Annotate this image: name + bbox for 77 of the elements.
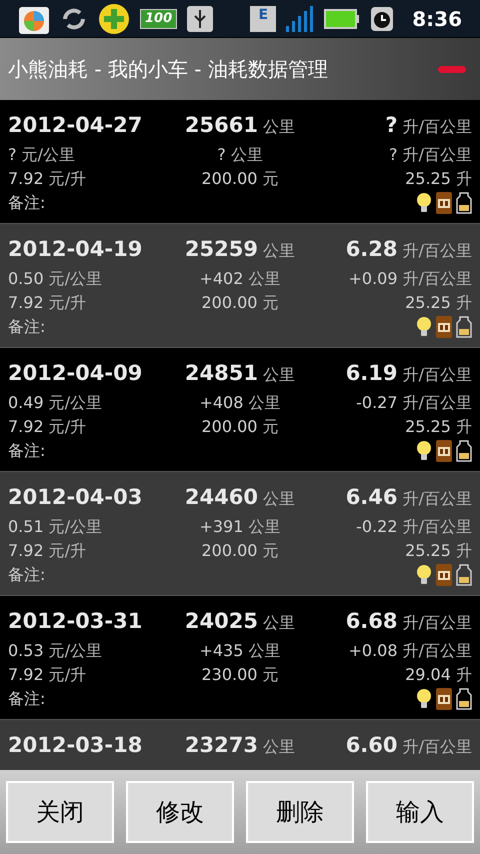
consumption-change: -0.27 升/百公里 bbox=[356, 392, 472, 412]
record-date: 2012-03-18 bbox=[8, 732, 144, 759]
cost-per-km: 0.53 元/公里 bbox=[8, 640, 102, 660]
fuel-amount: 200.00 元 bbox=[201, 292, 279, 312]
window-title: 小熊油耗 - 我的小车 - 油耗数据管理 bbox=[8, 56, 329, 83]
light-bulb-icon bbox=[416, 688, 432, 710]
clock-time: 8:36 bbox=[412, 6, 462, 32]
action-button[interactable]: 输入 bbox=[366, 781, 474, 843]
fuel-volume: 25.25 升 bbox=[405, 292, 472, 312]
odometer-reading: 23273 公里 bbox=[184, 737, 296, 756]
note-label: 备注: bbox=[8, 688, 46, 710]
light-bulb-icon bbox=[416, 192, 432, 214]
fuel-amount: 200.00 元 bbox=[201, 540, 279, 560]
network-type-icon: E bbox=[250, 6, 276, 32]
cost-per-km: 0.51 元/公里 bbox=[8, 516, 102, 536]
fuel-can-icon bbox=[456, 564, 472, 586]
record-date: 2012-04-03 bbox=[8, 484, 144, 511]
fuel-can-icon bbox=[456, 440, 472, 462]
alarm-clock-icon bbox=[370, 6, 394, 32]
action-button[interactable]: 删除 bbox=[246, 781, 354, 843]
fuel-price: 7.92 元/升 bbox=[8, 168, 86, 188]
usb-icon bbox=[187, 6, 214, 32]
fuel-price: 7.92 元/升 bbox=[8, 416, 86, 436]
record-date: 2012-03-31 bbox=[8, 608, 144, 635]
cost-per-km: 0.50 元/公里 bbox=[8, 268, 102, 288]
odometer-reading: 24460 公里 bbox=[184, 489, 296, 508]
odometer-reading: 24025 公里 bbox=[184, 613, 296, 632]
odometer-reading: 25259 公里 bbox=[184, 241, 296, 260]
fuel-price: 7.92 元/升 bbox=[8, 540, 86, 560]
light-bulb-icon bbox=[416, 564, 432, 586]
cost-per-km: 0.49 元/公里 bbox=[8, 392, 102, 412]
record-date: 2012-04-09 bbox=[8, 360, 144, 387]
consumption-change: +0.08 升/百公里 bbox=[348, 640, 472, 660]
distance: +408 公里 bbox=[199, 392, 281, 412]
note-label: 备注: bbox=[8, 440, 46, 462]
fuel-amount: 230.00 元 bbox=[201, 664, 279, 684]
distance: +402 公里 bbox=[199, 268, 281, 288]
action-button[interactable]: 修改 bbox=[126, 781, 234, 843]
light-bulb-icon bbox=[416, 316, 432, 338]
fuel-can-icon bbox=[456, 688, 472, 710]
note-label: 备注: bbox=[8, 192, 46, 214]
fuel-can-icon bbox=[456, 192, 472, 214]
fuel-consumption: ? 升/百公里 bbox=[385, 117, 472, 136]
battery-badge: 100 bbox=[140, 8, 178, 28]
distance: +391 公里 bbox=[199, 516, 281, 536]
fuel-volume: 25.25 升 bbox=[405, 168, 472, 188]
signal-icon bbox=[286, 6, 314, 32]
fuel-price: 7.92 元/升 bbox=[8, 664, 86, 684]
consumption-change: -0.22 升/百公里 bbox=[356, 516, 472, 536]
fuel-amount: 200.00 元 bbox=[201, 416, 279, 436]
fuel-consumption: 6.28 升/百公里 bbox=[346, 241, 472, 260]
fuel-volume: 29.04 升 bbox=[405, 664, 472, 684]
fuel-volume: 25.25 升 bbox=[405, 416, 472, 436]
record-date: 2012-04-27 bbox=[8, 112, 144, 139]
fuel-consumption: 6.60 升/百公里 bbox=[346, 737, 472, 756]
distance: ? 公里 bbox=[217, 144, 263, 164]
fuel-consumption: 6.19 升/百公里 bbox=[346, 365, 472, 384]
light-bulb-icon bbox=[416, 440, 432, 462]
fuel-consumption: 6.46 升/百公里 bbox=[346, 489, 472, 508]
odometer-reading: 25661 公里 bbox=[184, 117, 296, 136]
consumption-change: ? 升/百公里 bbox=[389, 144, 472, 164]
indicator-icon bbox=[438, 66, 466, 72]
record-date: 2012-04-19 bbox=[8, 236, 144, 263]
cost-per-km: ? 元/公里 bbox=[8, 144, 75, 164]
fuel-volume: 25.25 升 bbox=[405, 540, 472, 560]
battery-icon bbox=[324, 8, 360, 28]
fuel-price: 7.92 元/升 bbox=[8, 292, 86, 312]
odometer-reading: 24851 公里 bbox=[184, 365, 296, 384]
distance: +435 公里 bbox=[199, 640, 281, 660]
action-button[interactable]: 关闭 bbox=[6, 781, 114, 843]
note-label: 备注: bbox=[8, 564, 46, 586]
note-label: 备注: bbox=[8, 316, 46, 338]
plus-shield-icon bbox=[98, 2, 130, 34]
consumption-change: +0.09 升/百公里 bbox=[348, 268, 472, 288]
fuel-consumption: 6.68 升/百公里 bbox=[346, 613, 472, 632]
fuel-can-icon bbox=[456, 316, 472, 338]
fuel-amount: 200.00 元 bbox=[201, 168, 279, 188]
